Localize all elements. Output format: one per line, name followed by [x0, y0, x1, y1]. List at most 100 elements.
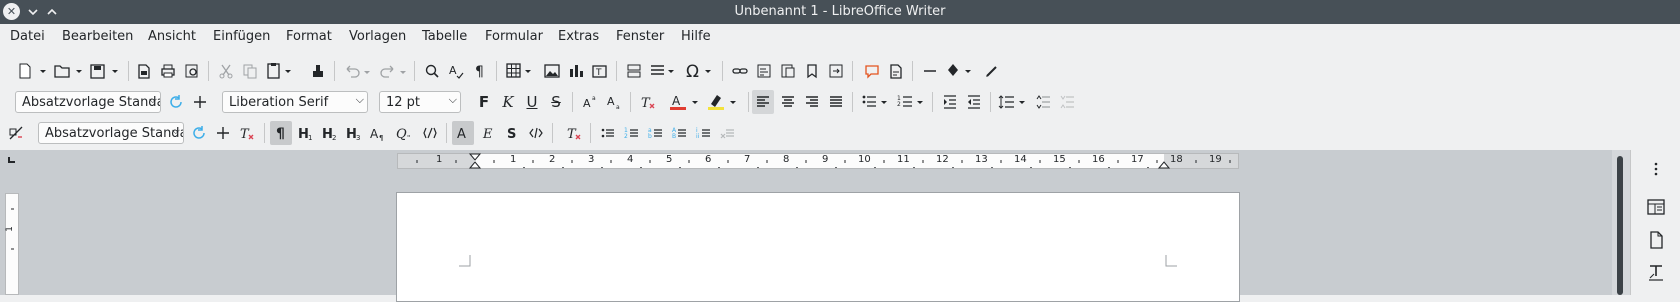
font-name-dropdown[interactable]: Liberation Serif ⌵ [222, 91, 368, 113]
scrollbar-thumb[interactable] [1617, 156, 1623, 295]
insert-bookmark-button[interactable] [802, 60, 822, 82]
insert-page-break-button[interactable] [624, 60, 644, 82]
insert-comment-button[interactable] [862, 60, 882, 82]
insert-footnote-button[interactable] [754, 60, 774, 82]
vertical-ruler[interactable]: 1 [5, 193, 19, 295]
source-text-style-button[interactable] [526, 122, 546, 144]
quotations-style-button[interactable]: Q " [394, 122, 416, 144]
increase-paragraph-spacing-button[interactable] [1034, 91, 1054, 113]
new-style-button[interactable] [213, 122, 233, 144]
bold-button[interactable]: F [474, 91, 494, 113]
insert-hyperlink-button[interactable] [730, 60, 750, 82]
insert-chart-button[interactable] [566, 60, 586, 82]
list-bullet-style-button[interactable] [598, 122, 618, 144]
menu-formular[interactable]: Formular [485, 29, 543, 44]
menu-einfuegen[interactable]: Einfügen [213, 29, 270, 44]
paragraph-style-dropdown[interactable]: Absatzvorlage Standard ⌵ [15, 91, 161, 113]
paste-button[interactable] [264, 60, 294, 82]
sidebar-menu-button[interactable] [1641, 156, 1671, 182]
no-list-button[interactable] [718, 122, 738, 144]
menu-format[interactable]: Format [286, 29, 332, 44]
insert-image-button[interactable] [542, 60, 562, 82]
menu-datei[interactable]: Datei [10, 29, 45, 44]
track-changes-button[interactable] [886, 60, 906, 82]
tab-stop-type-selector[interactable] [8, 157, 15, 163]
font-color-button[interactable]: A [668, 91, 704, 113]
cut-button[interactable] [216, 60, 236, 82]
superscript-button[interactable]: Aa [580, 91, 600, 113]
increase-indent-button[interactable] [940, 91, 960, 113]
new-style-button[interactable] [190, 91, 210, 113]
list-upper-alpha-style-button[interactable]: AB [670, 122, 690, 144]
menu-hilfe[interactable]: Hilfe [681, 29, 711, 44]
insert-endnote-button[interactable] [778, 60, 798, 82]
highlight-color-button[interactable] [706, 91, 742, 113]
subscript-button[interactable]: Aa [604, 91, 624, 113]
align-left-button[interactable] [752, 90, 774, 114]
align-center-button[interactable] [778, 91, 798, 113]
find-replace-button[interactable] [422, 60, 442, 82]
list-roman-style-button[interactable]: i ii [694, 122, 714, 144]
update-style-button[interactable] [166, 91, 186, 113]
underline-button[interactable]: U [522, 91, 542, 113]
preformatted-text-style-button[interactable] [420, 122, 440, 144]
basic-shapes-button[interactable] [944, 60, 974, 82]
emphasis-style-button[interactable]: E [478, 122, 498, 144]
decrease-paragraph-spacing-button[interactable] [1058, 91, 1078, 113]
insert-special-character-button[interactable]: Ω [684, 60, 714, 82]
copy-button[interactable] [240, 60, 260, 82]
clear-direct-formatting-button[interactable]: T [237, 122, 257, 144]
print-preview-button[interactable] [182, 60, 202, 82]
menu-extras[interactable]: Extras [558, 29, 599, 44]
draw-function-button[interactable] [982, 60, 1002, 82]
menu-tabelle[interactable]: Tabelle [422, 29, 467, 44]
open-button[interactable] [52, 60, 82, 82]
print-button[interactable] [158, 60, 178, 82]
menu-bearbeiten[interactable]: Bearbeiten [62, 29, 133, 44]
menu-vorlagen[interactable]: Vorlagen [349, 29, 406, 44]
sidebar-properties-button[interactable] [1641, 194, 1671, 220]
clone-formatting-button[interactable] [308, 60, 328, 82]
menu-ansicht[interactable]: Ansicht [148, 29, 196, 44]
default-character-style-button[interactable]: A [452, 121, 474, 145]
text-body-style-button[interactable]: A ¶ [368, 122, 388, 144]
heading-1-button[interactable]: H1 [296, 122, 316, 144]
default-paragraph-style-button[interactable]: ¶ [270, 121, 292, 145]
heading-2-button[interactable]: H2 [320, 122, 340, 144]
ordered-list-button[interactable]: 12 [896, 91, 926, 113]
right-indent-marker[interactable] [1158, 161, 1170, 169]
strong-emphasis-style-button[interactable]: S [502, 122, 522, 144]
unordered-list-button[interactable] [860, 91, 890, 113]
font-size-dropdown[interactable]: 12 pt ⌵ [379, 91, 461, 113]
paragraph-style-dropdown-secondary[interactable]: Absatzvorlage Standard ⌵ [38, 122, 184, 144]
list-alpha-style-button[interactable]: ab [646, 122, 666, 144]
clear-formatting-button[interactable]: T [638, 91, 658, 113]
heading-3-button[interactable]: H3 [344, 122, 364, 144]
align-right-button[interactable] [802, 91, 822, 113]
save-button[interactable] [88, 60, 118, 82]
strikethrough-button[interactable]: S [546, 91, 566, 113]
sidebar-styles-button[interactable] [1641, 260, 1671, 286]
justify-button[interactable] [826, 91, 846, 113]
export-pdf-button[interactable] [134, 60, 154, 82]
document-page[interactable] [396, 192, 1240, 302]
spelling-button[interactable]: A [446, 60, 466, 82]
insert-cross-reference-button[interactable] [826, 60, 846, 82]
undo-button[interactable] [342, 60, 372, 82]
update-style-button[interactable] [189, 122, 209, 144]
insert-table-button[interactable] [504, 60, 534, 82]
insert-line-button[interactable] [920, 60, 940, 82]
line-spacing-button[interactable] [998, 91, 1028, 113]
left-indent-marker[interactable] [469, 153, 481, 169]
redo-button[interactable] [378, 60, 408, 82]
formatting-marks-button[interactable]: ¶ [470, 60, 490, 82]
insert-textbox-button[interactable]: T [590, 60, 610, 82]
sidebar-page-button[interactable] [1641, 227, 1671, 253]
horizontal-ruler[interactable]: 1 1 2 3 4 5 6 7 8 9 10 11 12 13 14 15 16… [397, 153, 1239, 169]
insert-field-button[interactable] [648, 60, 678, 82]
no-character-style-button[interactable]: T [564, 122, 584, 144]
decrease-indent-button[interactable] [964, 91, 984, 113]
list-number-style-button[interactable]: 12 [622, 122, 642, 144]
italic-button[interactable]: K [498, 91, 518, 113]
style-inspector-button[interactable] [6, 122, 26, 144]
